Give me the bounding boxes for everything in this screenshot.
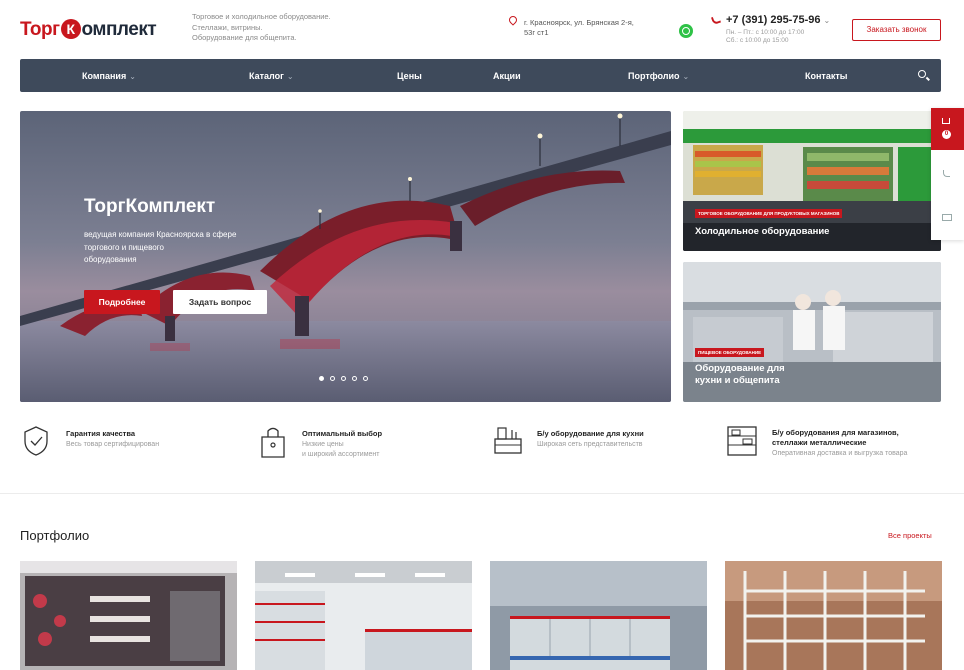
address: г. Красноярск, ул. Брянская 2-я, 53г ст1 [511, 18, 661, 38]
portfolio-card[interactable] [725, 561, 942, 670]
tagline-line: Торговое и холодильное оборудование. [192, 12, 331, 21]
banner-title: Холодильное оборудование [695, 226, 830, 237]
chevron-down-icon: ⌄ [682, 72, 690, 81]
banner-title: Оборудование для кухни и общепита [695, 363, 815, 387]
shelving-icon [727, 426, 757, 456]
nav-label: Акции [493, 71, 521, 81]
banner-tag: ТОРГОВОЕ ОБОРУДОВАНИЕ ДЛЯ ПРОДУКТОВЫХ МА… [695, 209, 843, 218]
hero-subtitle-line: оборудования [84, 255, 137, 264]
slider-dots [319, 376, 368, 381]
whatsapp-icon[interactable] [679, 24, 693, 38]
nav-item-promotions[interactable]: Акции [493, 71, 521, 81]
chevron-down-icon: ⌄ [286, 72, 294, 81]
feature-title: Гарантия качества [66, 429, 136, 438]
address-line: 53г ст1 [524, 28, 549, 37]
portfolio-image [255, 561, 472, 670]
chevron-down-icon[interactable]: ⌄ [824, 16, 831, 25]
site-header: Торг Комплект Торговое и холодильное обор… [0, 0, 964, 58]
feature-title: Б/у оборудование для кухни [537, 429, 644, 438]
tag-icon [261, 427, 285, 458]
ask-question-button[interactable]: Задать вопрос [173, 290, 267, 314]
nav-item-portfolio[interactable]: Портфолио ⌄ [628, 71, 689, 81]
cart-button[interactable]: 0 [931, 108, 964, 150]
nav-label: Каталог [249, 71, 284, 81]
working-hours: Пн. – Пт.: с 10:00 до 17:00 Сб.: с 10:00… [726, 29, 804, 45]
banner-tag: ПИЩЕВОЕ ОБОРУДОВАНИЕ [695, 348, 765, 357]
portfolio-card[interactable] [490, 561, 707, 670]
portfolio-image [490, 561, 707, 670]
all-projects-link[interactable]: Все проекты [888, 531, 932, 540]
more-button[interactable]: Подробнее [84, 290, 160, 314]
hours-line: Сб.: с 10:00 до 15:00 [726, 37, 789, 44]
feature-title-line: Б/у оборудования для магазинов, [772, 428, 899, 437]
nav-item-contacts[interactable]: Контакты [805, 71, 847, 81]
banner-refrigeration[interactable]: ТОРГОВОЕ ОБОРУДОВАНИЕ ДЛЯ ПРОДУКТОВЫХ МА… [683, 111, 941, 251]
feature-desc: Широкая сеть представительств [537, 441, 643, 448]
nav-label: Компания [82, 71, 127, 81]
tagline-line: Стеллажи, витрины. [192, 22, 263, 32]
callback-button[interactable]: Заказать звонок [852, 19, 941, 41]
address-line: г. Красноярск, ул. Брянская 2-я, [524, 18, 634, 27]
phone-text: +7 (391) 295-75-96 [726, 14, 821, 26]
slider-dot[interactable] [330, 376, 335, 381]
hours-line: Пн. – Пт.: с 10:00 до 17:00 [726, 29, 805, 36]
logo-text-left: Торг [20, 19, 60, 40]
tagline-line: Оборудование для общепита. [192, 33, 297, 42]
tagline: Торговое и холодильное оборудование. Сте… [192, 12, 362, 44]
portfolio-card[interactable] [255, 561, 472, 670]
banner-kitchen[interactable]: ПИЩЕВОЕ ОБОРУДОВАНИЕ Оборудование для ку… [683, 262, 941, 402]
hero-subtitle-line: ведущая компания Красноярска в сфере [84, 230, 237, 239]
nav-label: Цены [397, 71, 422, 81]
hero-slider: ТоргКомплект ведущая компания Красноярск… [20, 111, 671, 402]
search-icon[interactable] [918, 70, 926, 78]
nav-item-catalog[interactable]: Каталог ⌄ [249, 71, 294, 81]
hero-subtitle-line: торгового и пищевого [84, 242, 164, 252]
slider-dot[interactable] [341, 376, 346, 381]
phone-icon [710, 14, 722, 26]
floating-panel: 0 [931, 108, 964, 240]
feature-title: Б/у оборудования для магазинов, стеллажи… [772, 428, 899, 448]
portfolio-image [725, 561, 942, 670]
feature-desc: Оперативная доставка и выгрузка товара [772, 450, 908, 457]
hero-subtitle: ведущая компания Красноярска в сфере тор… [84, 229, 274, 267]
portfolio-image [20, 561, 237, 670]
nav-item-prices[interactable]: Цены [397, 71, 422, 81]
logo-text-right: омплект [81, 19, 157, 40]
mail-icon[interactable] [942, 214, 952, 221]
feature-title-line: стеллажи металлические [772, 438, 867, 447]
cart-count-badge: 0 [942, 130, 951, 139]
slider-dot[interactable] [352, 376, 357, 381]
feature-desc-line: и широкий ассортимент [302, 450, 380, 458]
slider-dot-active[interactable] [319, 376, 324, 381]
slider-dot[interactable] [363, 376, 368, 381]
portfolio-card[interactable] [20, 561, 237, 670]
phone-icon[interactable] [943, 170, 950, 177]
logo-mark: К [60, 19, 81, 39]
logo[interactable]: Торг Комплект [20, 19, 157, 41]
banner-title-line: кухни и общепита [695, 375, 780, 386]
nav-label: Портфолио [628, 71, 680, 81]
phone-number[interactable]: +7 (391) 295-75-96 ⌄ [726, 14, 830, 26]
cart-icon [942, 118, 950, 124]
feature-title: Оптимальный выбор [302, 429, 383, 438]
feature-desc: Весь товар сертифицирован [66, 441, 160, 448]
shield-check-icon [24, 426, 48, 456]
hero-title: ТоргКомплект [84, 196, 216, 217]
kitchen-icon [494, 427, 522, 454]
banner-title-line: Оборудование для [695, 363, 785, 374]
main-nav: Компания ⌄ Каталог ⌄ Цены Акции Портфолио ⌄… [20, 59, 941, 92]
nav-item-company[interactable]: Компания ⌄ [82, 71, 136, 81]
nav-label: Контакты [805, 71, 848, 81]
feature-desc-line: Низкие цены [302, 441, 344, 448]
chevron-down-icon: ⌄ [129, 72, 136, 81]
portfolio-title: Портфолио [20, 528, 90, 543]
divider [0, 493, 964, 494]
feature-desc: Низкие цены и широкий ассортимент [302, 440, 380, 459]
